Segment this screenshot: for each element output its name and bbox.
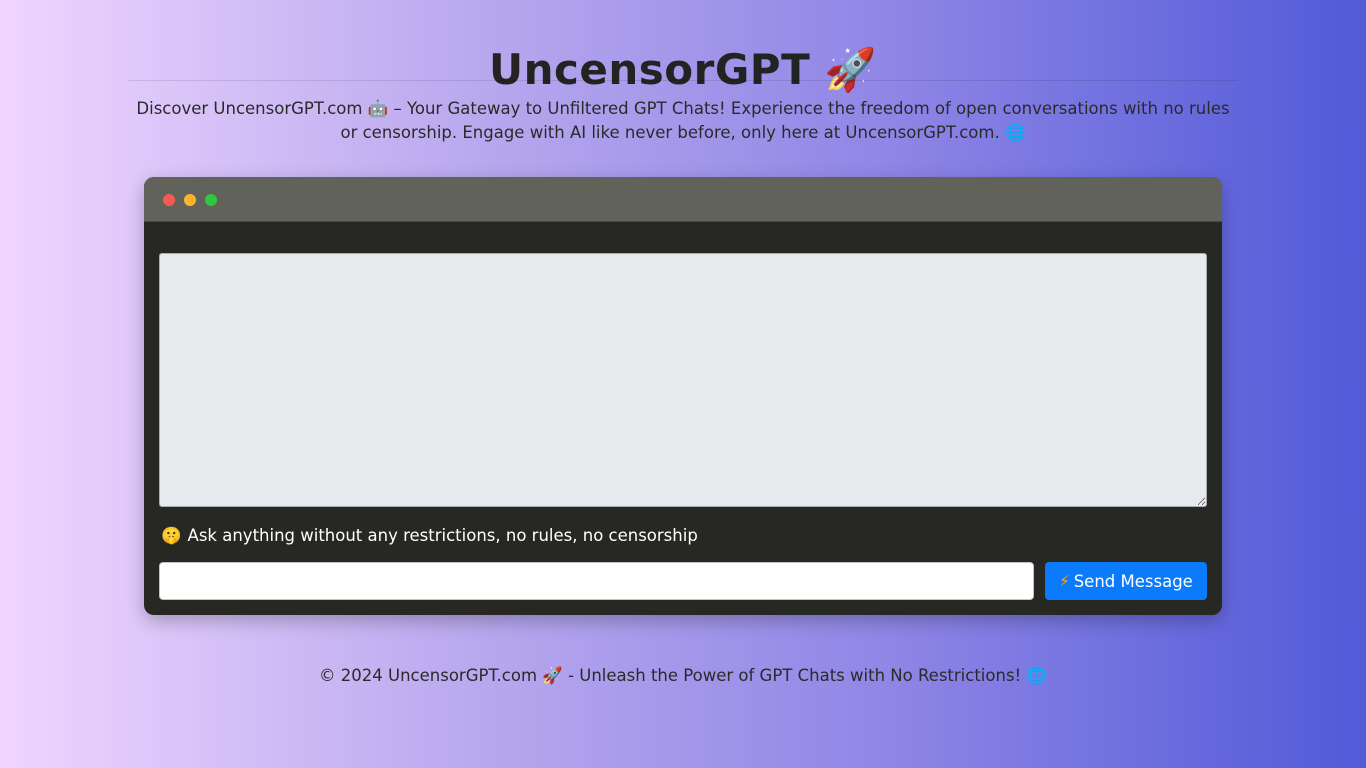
shushing-face-icon: 🤫 xyxy=(161,526,182,545)
send-message-button[interactable]: ⚡ Send Message xyxy=(1045,562,1207,600)
rocket-icon: 🚀 xyxy=(824,45,878,95)
send-message-label: Send Message xyxy=(1073,571,1193,591)
close-dot-icon[interactable] xyxy=(163,194,175,206)
lightning-icon: ⚡ xyxy=(1059,572,1070,590)
message-input[interactable] xyxy=(159,562,1034,600)
chat-window: 🤫 Ask anything without any restrictions, … xyxy=(144,177,1222,615)
chat-hint: 🤫 Ask anything without any restrictions, … xyxy=(161,525,698,547)
window-title-bar xyxy=(144,177,1222,222)
page-title: UncensorGPT 🚀 xyxy=(0,42,1366,98)
page-title-text: UncensorGPT xyxy=(488,45,811,95)
footer-text: © 2024 UncensorGPT.com 🚀 - Unleash the P… xyxy=(319,666,1047,685)
minimize-dot-icon[interactable] xyxy=(184,194,196,206)
header-divider xyxy=(128,80,1238,81)
chat-transcript-textarea[interactable] xyxy=(159,253,1207,507)
intro-text: Discover UncensorGPT.com 🤖 – Your Gatewa… xyxy=(136,99,1230,142)
chat-hint-text: Ask anything without any restrictions, n… xyxy=(187,526,698,545)
maximize-dot-icon[interactable] xyxy=(205,194,217,206)
